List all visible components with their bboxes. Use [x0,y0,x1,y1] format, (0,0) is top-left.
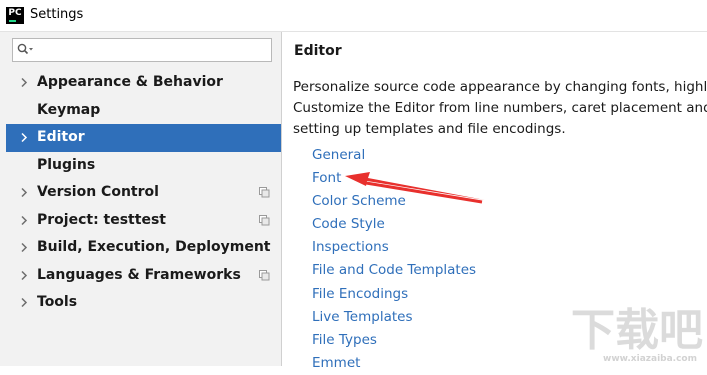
sidebar-item-version-control[interactable]: Version Control [6,179,281,207]
sidebar-item-appearance-behavior[interactable]: Appearance & Behavior [6,69,281,97]
settings-tree: Appearance & Behavior Keymap Editor Plugins… [6,69,281,317]
description-line: setting up templates and file encodings. [293,121,566,137]
link-inspections[interactable]: Inspections [312,236,476,259]
sidebar-item-plugins[interactable]: Plugins [6,152,281,180]
chevron-right-icon[interactable] [18,179,32,206]
sidebar-item-label: Tools [37,294,78,310]
link-code-style[interactable]: Code Style [312,213,476,236]
watermark: 下载吧 www.xiazaiba.com [565,305,703,365]
chevron-right-icon[interactable] [18,234,32,261]
description-line: Personalize source code appearance by ch… [293,79,707,95]
description: Personalize source code appearance by ch… [293,77,707,140]
page-title: Editor [294,43,342,59]
link-file-encodings[interactable]: File Encodings [312,283,476,306]
app-icon-bar [9,20,16,22]
window-title: Settings [30,7,84,22]
sidebar-item-label: Plugins [37,156,96,173]
chevron-right-icon[interactable] [18,262,32,289]
watermark-text: 下载吧 [571,305,703,356]
link-general[interactable]: General [312,144,476,167]
chevron-right-icon[interactable] [18,289,32,316]
link-font[interactable]: Font [312,167,476,190]
sidebar-item-label: Project: testtest [37,211,166,228]
watermark-subtext: www.xiazaiba.com [603,354,697,364]
sidebar-item-label: Appearance & Behavior [37,74,223,90]
link-file-and-code-templates[interactable]: File and Code Templates [312,259,476,282]
link-color-scheme[interactable]: Color Scheme [312,190,476,213]
sidebar-item-project-testtest[interactable]: Project: testtest [6,207,281,235]
sidebar-item-keymap[interactable]: Keymap [6,97,281,125]
sidebar-item-build-execution-deployment[interactable]: Build, Execution, Deployment [6,234,281,262]
pycharm-app-icon: PC [6,7,24,24]
search-input[interactable] [12,38,272,62]
link-emmet[interactable]: Emmet [312,352,476,375]
window-title-bar: PC Settings [0,0,707,32]
settings-sidebar: Appearance & Behavior Keymap Editor Plugins… [0,32,282,366]
editor-links: General Font Color Scheme Code Style Ins… [312,144,476,375]
app-icon-text: PC [8,8,22,18]
sidebar-item-editor[interactable]: Editor [6,124,281,152]
sidebar-item-label: Keymap [37,101,101,118]
link-file-types[interactable]: File Types [312,329,476,352]
chevron-right-icon[interactable] [18,69,32,96]
project-level-icon [259,187,270,198]
sidebar-item-tools[interactable]: Tools [6,289,281,317]
chevron-right-icon[interactable] [18,207,32,234]
sidebar-item-label: Build, Execution, Deployment [37,239,271,255]
sidebar-item-label: Version Control [37,184,159,200]
project-level-icon [259,214,270,225]
link-live-templates[interactable]: Live Templates [312,306,476,329]
search-icon [17,43,33,55]
chevron-right-icon[interactable] [18,124,32,151]
sidebar-item-languages-frameworks[interactable]: Languages & Frameworks [6,262,281,290]
project-level-icon [259,269,270,280]
description-line: Customize the Editor from line numbers, … [293,100,707,116]
sidebar-item-label: Editor [37,129,85,145]
sidebar-item-label: Languages & Frameworks [37,266,241,283]
